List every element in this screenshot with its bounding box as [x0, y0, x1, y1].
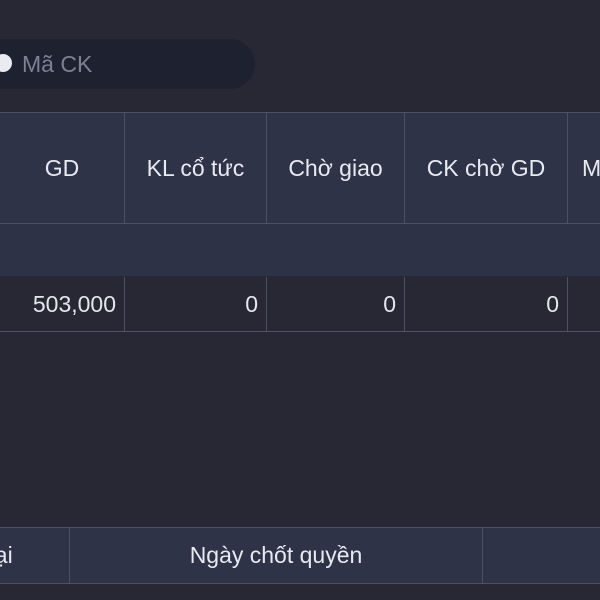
column-header-truncated[interactable]: M — [568, 113, 600, 223]
table-header-row: GD KL cổ tức Chờ giao CK chờ GD M — [0, 112, 600, 224]
column-header-record-date[interactable]: Ngày chốt quyền — [70, 528, 483, 583]
column-header-label: oại — [0, 542, 13, 568]
table-cell: 503,000 — [0, 277, 125, 331]
column-header-label: GD — [44, 154, 80, 181]
column-header-label: Ngày chốt quyền — [189, 542, 363, 568]
search-icon — [0, 53, 13, 73]
stock-search-box[interactable] — [0, 39, 255, 89]
table-cell — [568, 277, 600, 331]
cell-value: 0 — [546, 290, 559, 317]
cell-value: 503,000 — [32, 290, 116, 317]
table-cell: 0 — [267, 277, 405, 331]
column-header-label: KL cổ tức — [146, 154, 245, 181]
table-cell: 0 — [125, 277, 267, 331]
table-row[interactable]: 503,000 0 0 0 — [0, 277, 600, 332]
rights-table-header: oại Ngày chốt quyền — [0, 527, 600, 584]
column-header-label: CK chờ GD — [426, 154, 546, 181]
portfolio-page: GD KL cổ tức Chờ giao CK chờ GD M 503,00… — [0, 0, 600, 600]
column-header-gd[interactable]: GD — [0, 113, 125, 223]
stock-code-input[interactable] — [22, 39, 242, 89]
cell-value: 0 — [245, 290, 258, 317]
table-cell: 0 — [405, 277, 568, 331]
column-header-truncated[interactable] — [483, 528, 600, 583]
holdings-table: GD KL cổ tức Chờ giao CK chờ GD M 503,00… — [0, 112, 600, 332]
column-header-dividend-volume[interactable]: KL cổ tức — [125, 113, 267, 223]
column-header-type[interactable]: oại — [0, 528, 70, 583]
column-header-pending-delivery[interactable]: Chờ giao — [267, 113, 405, 223]
column-header-label: M — [582, 154, 600, 181]
column-header-pending-trade[interactable]: CK chờ GD — [405, 113, 568, 223]
cell-value: 0 — [383, 290, 396, 317]
column-header-label: Chờ giao — [288, 154, 383, 181]
table-group-row — [0, 224, 600, 277]
